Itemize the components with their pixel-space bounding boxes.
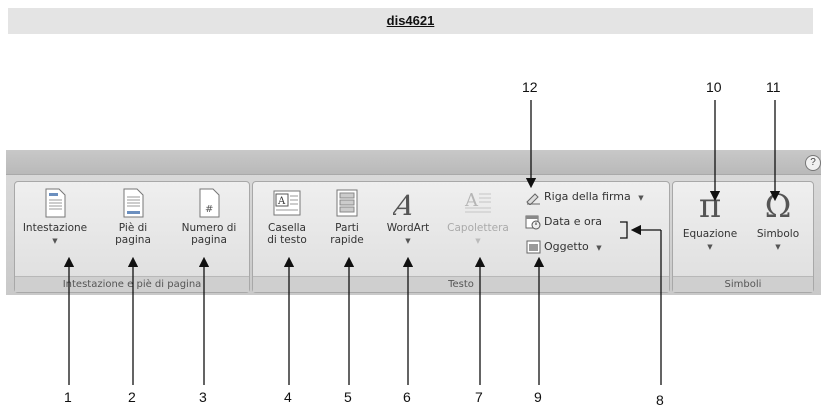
callout-lines <box>63 100 781 385</box>
callout-1: 1 <box>64 389 72 405</box>
callout-11: 11 <box>766 79 781 95</box>
callout-12: 12 <box>522 79 538 95</box>
callout-4: 4 <box>284 389 292 405</box>
callout-5: 5 <box>344 389 352 405</box>
callout-6: 6 <box>403 389 411 405</box>
callout-7: 7 <box>475 389 483 405</box>
callout-9: 9 <box>534 389 542 405</box>
callout-3: 3 <box>199 389 207 405</box>
callout-2: 2 <box>128 389 136 405</box>
callout-8: 8 <box>656 392 664 408</box>
callout-10: 10 <box>706 79 722 95</box>
